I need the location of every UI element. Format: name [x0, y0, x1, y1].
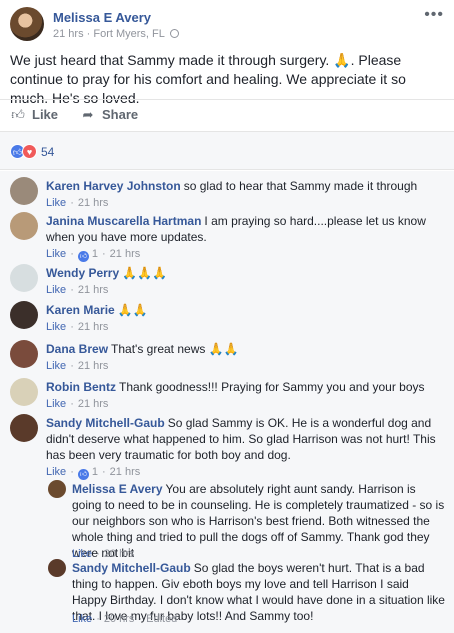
- replier-name[interactable]: Melissa E Avery: [72, 482, 163, 496]
- commenter-name[interactable]: Robin Bentz: [46, 380, 116, 394]
- comment-reaction-count[interactable]: 1: [92, 466, 98, 478]
- replier-avatar[interactable]: [48, 480, 66, 498]
- comment-text: That's great news 🙏🙏: [111, 342, 239, 356]
- comment-meta: Like · 👍︎ 1 · 21 hrs: [46, 248, 141, 262]
- comment-body: Karen Harvey Johnston so glad to hear tha…: [46, 178, 446, 194]
- comment-time[interactable]: 21 hrs: [78, 321, 109, 333]
- post-meta: 21 hrs · Fort Myers, FL: [53, 28, 179, 40]
- commenter-name[interactable]: Janina Muscarella Hartman: [46, 214, 201, 228]
- reply-time[interactable]: 20 hrs: [104, 548, 135, 560]
- comment-meta: Like · 21 hrs: [46, 284, 109, 296]
- like-reaction-icon: 👍︎: [77, 251, 89, 262]
- comment-time[interactable]: 21 hrs: [78, 360, 109, 372]
- comment-meta: Like · 21 hrs: [46, 398, 109, 410]
- more-options-button[interactable]: •••: [424, 6, 444, 24]
- commenter-name[interactable]: Karen Marie: [46, 303, 115, 317]
- share-button[interactable]: ➦ Share: [80, 107, 139, 123]
- comment-meta: Like · 👍︎ 1 · 21 hrs: [46, 466, 141, 480]
- reply-edited[interactable]: Edited: [146, 613, 177, 625]
- comment-time[interactable]: 21 hrs: [78, 197, 109, 209]
- like-button[interactable]: 👍︎ Like: [10, 107, 58, 123]
- like-label: Like: [32, 107, 59, 122]
- post-time[interactable]: 21 hrs: [53, 28, 84, 40]
- comment-meta: Like · 21 hrs: [46, 197, 109, 209]
- comment-text: 🙏🙏🙏: [122, 266, 167, 280]
- comments-section: Karen Harvey Johnston so glad to hear tha…: [0, 171, 454, 633]
- commenter-name[interactable]: Karen Harvey Johnston: [46, 179, 181, 193]
- love-reaction-icon: ♥: [22, 144, 37, 159]
- comment-text: Thank goodness!!! Praying for Sammy you …: [119, 380, 425, 394]
- comment-like-link[interactable]: Like: [46, 197, 66, 209]
- share-arrow-icon: ➦: [82, 107, 94, 122]
- post-location[interactable]: Fort Myers, FL: [93, 28, 164, 40]
- author-avatar[interactable]: [10, 7, 44, 41]
- commenter-name[interactable]: Sandy Mitchell-Gaub: [46, 416, 165, 430]
- commenter-name[interactable]: Dana Brew: [46, 342, 108, 356]
- comment-meta: Like · 21 hrs: [46, 360, 109, 372]
- replier-name[interactable]: Sandy Mitchell-Gaub: [72, 561, 191, 575]
- comment-body: Dana Brew That's great news 🙏🙏: [46, 341, 446, 357]
- comment-reaction-count[interactable]: 1: [92, 248, 98, 260]
- reply-time[interactable]: 20 hrs: [104, 613, 135, 625]
- comment-body: Janina Muscarella Hartman I am praying so…: [46, 213, 446, 245]
- commenter-avatar[interactable]: [10, 264, 38, 292]
- replier-avatar[interactable]: [48, 559, 66, 577]
- comment-like-link[interactable]: Like: [46, 398, 66, 410]
- comment-meta: Like · 21 hrs: [46, 321, 109, 333]
- commenter-avatar[interactable]: [10, 414, 38, 442]
- share-label: Share: [102, 107, 139, 122]
- post-author-name[interactable]: Melissa E Avery: [53, 10, 151, 25]
- reply-like-link[interactable]: Like: [72, 613, 92, 625]
- commenter-avatar[interactable]: [10, 212, 38, 240]
- comment-time[interactable]: 21 hrs: [110, 466, 141, 478]
- comment-like-link[interactable]: Like: [46, 360, 66, 372]
- commenter-avatar[interactable]: [10, 340, 38, 368]
- comment-body: Wendy Perry 🙏🙏🙏: [46, 265, 446, 281]
- comment-like-link[interactable]: Like: [46, 321, 66, 333]
- post-header: Melissa E Avery 21 hrs · Fort Myers, FL …: [0, 0, 454, 44]
- comment-time[interactable]: 21 hrs: [78, 398, 109, 410]
- reaction-count[interactable]: 54: [41, 145, 54, 159]
- thumbs-up-icon: 👍︎: [11, 107, 25, 122]
- comment-body: Karen Marie 🙏🙏: [46, 302, 446, 318]
- comment-body: Sandy Mitchell-Gaub So glad Sammy is OK. …: [46, 415, 450, 463]
- comment-like-link[interactable]: Like: [46, 284, 66, 296]
- comment-like-link[interactable]: Like: [46, 466, 66, 478]
- like-reaction-icon: 👍︎: [77, 469, 89, 480]
- commenter-name[interactable]: Wendy Perry: [46, 266, 119, 280]
- globe-icon: [169, 29, 179, 38]
- reply-meta: Like · 20 hrs · Edited: [72, 613, 178, 625]
- reply-meta: Like · 20 hrs: [72, 548, 135, 560]
- post-actions: 👍︎ Like ➦ Share: [0, 99, 454, 129]
- commenter-avatar[interactable]: [10, 378, 38, 406]
- commenter-avatar[interactable]: [10, 301, 38, 329]
- comment-text: so glad to hear that Sammy made it throu…: [183, 179, 418, 193]
- comment-time[interactable]: 21 hrs: [110, 248, 141, 260]
- commenter-avatar[interactable]: [10, 177, 38, 205]
- reply-like-link[interactable]: Like: [72, 548, 92, 560]
- comment-body: Robin Bentz Thank goodness!!! Praying for…: [46, 379, 446, 395]
- comment-like-link[interactable]: Like: [46, 248, 66, 260]
- comment-time[interactable]: 21 hrs: [78, 284, 109, 296]
- reactions-summary[interactable]: 👍︎ ♥ 54: [0, 131, 454, 170]
- comment-text: 🙏🙏: [117, 303, 148, 317]
